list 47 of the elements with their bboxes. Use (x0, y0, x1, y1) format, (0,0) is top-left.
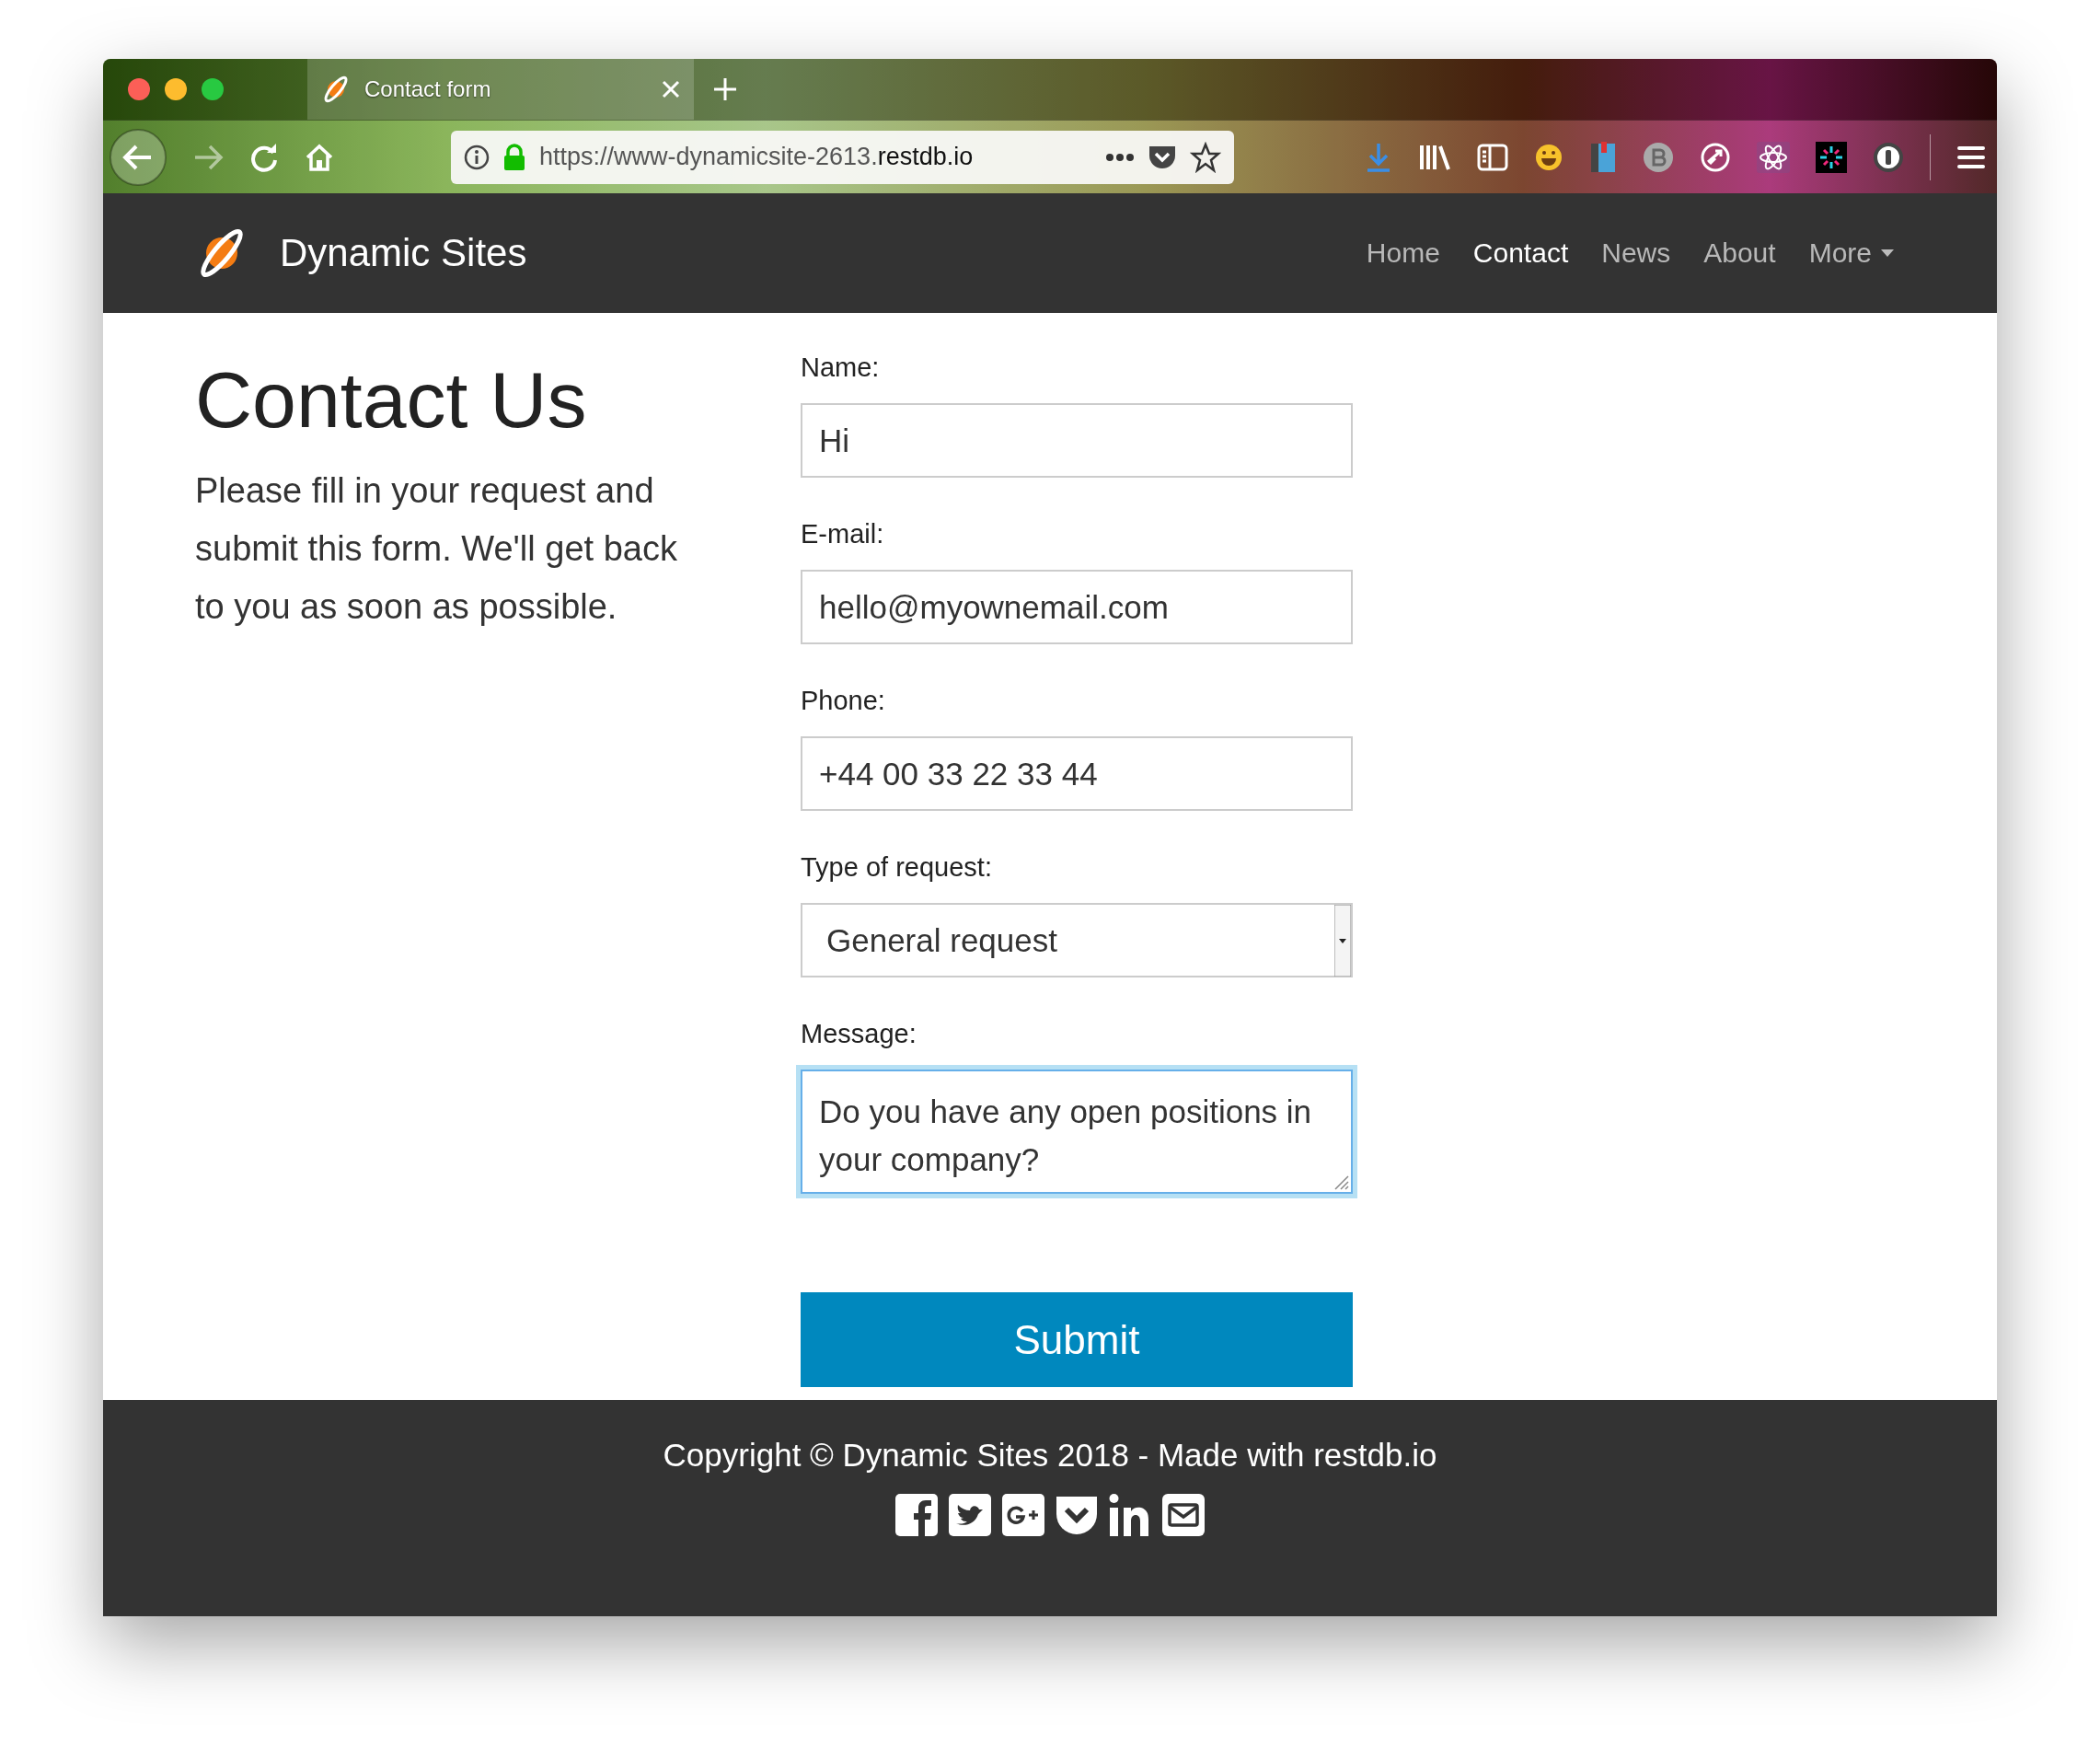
nav-link[interactable]: Home (1366, 237, 1440, 269)
brand-link[interactable]: Dynamic Sites (280, 231, 527, 275)
caret-icon (1881, 249, 1894, 257)
dropdown-arrow-icon (1334, 904, 1351, 977)
page-title: Contact Us (195, 356, 588, 444)
spinner-icon[interactable] (1816, 141, 1847, 173)
nav-link[interactable]: Contact (1472, 237, 1569, 269)
input-field[interactable]: Hi (801, 403, 1353, 478)
submit-button[interactable]: Submit (801, 1292, 1353, 1387)
email-icon[interactable] (1160, 1492, 1206, 1538)
browser-tab[interactable]: Contact form (307, 59, 694, 120)
zoom-window-icon[interactable] (201, 77, 225, 101)
info-icon[interactable] (464, 144, 490, 170)
field-label: E-mail: (801, 518, 885, 550)
atom-icon[interactable] (1757, 141, 1790, 173)
menu-icon[interactable] (1956, 144, 1986, 170)
nav-link[interactable]: More (1808, 237, 1894, 269)
address-bar[interactable]: https://www-dynamicsite-2613.restdb.io (451, 130, 1234, 184)
smiley-icon[interactable] (1534, 142, 1563, 172)
more-icon[interactable] (1105, 152, 1135, 162)
request-type-select[interactable]: General request (801, 903, 1353, 977)
lock-icon (502, 143, 526, 171)
close-icon[interactable] (661, 79, 681, 99)
star-icon[interactable] (1190, 141, 1221, 173)
copyright-text: Copyright © Dynamic Sites 2018 - Made with restdb.io (663, 1437, 1437, 1474)
letter-b-icon[interactable] (1643, 141, 1674, 173)
back-icon[interactable] (109, 127, 167, 187)
minimize-window-icon[interactable] (164, 77, 188, 101)
field-label: Type of request: (801, 851, 993, 884)
field-label: Phone: (801, 685, 886, 717)
nav-link[interactable]: About (1703, 237, 1776, 269)
field-label: Name: (801, 352, 881, 384)
intro-text: Please fill in your request and submit this form. We'll get back to you as soon as possible. (195, 469, 678, 628)
close-window-icon[interactable] (127, 77, 151, 101)
circle-arrows-icon[interactable] (1700, 141, 1731, 173)
keyhole-icon[interactable] (1873, 141, 1904, 173)
field-label: Message: (801, 1018, 917, 1050)
plus-icon[interactable] (712, 76, 738, 102)
facebook-icon[interactable] (894, 1492, 940, 1538)
url-text: https://www-dynamicsite-2613.restdb.io (539, 143, 975, 171)
nav-link[interactable]: News (1601, 237, 1671, 269)
input-field[interactable]: +44 00 33 22 33 44 (801, 736, 1353, 811)
book-icon[interactable] (1589, 140, 1617, 174)
input-field[interactable]: hello@myownemail.com (801, 570, 1353, 644)
google-plus-icon[interactable] (1000, 1492, 1046, 1538)
sidebar-icon[interactable] (1477, 143, 1508, 171)
twitter-icon[interactable] (947, 1492, 993, 1538)
